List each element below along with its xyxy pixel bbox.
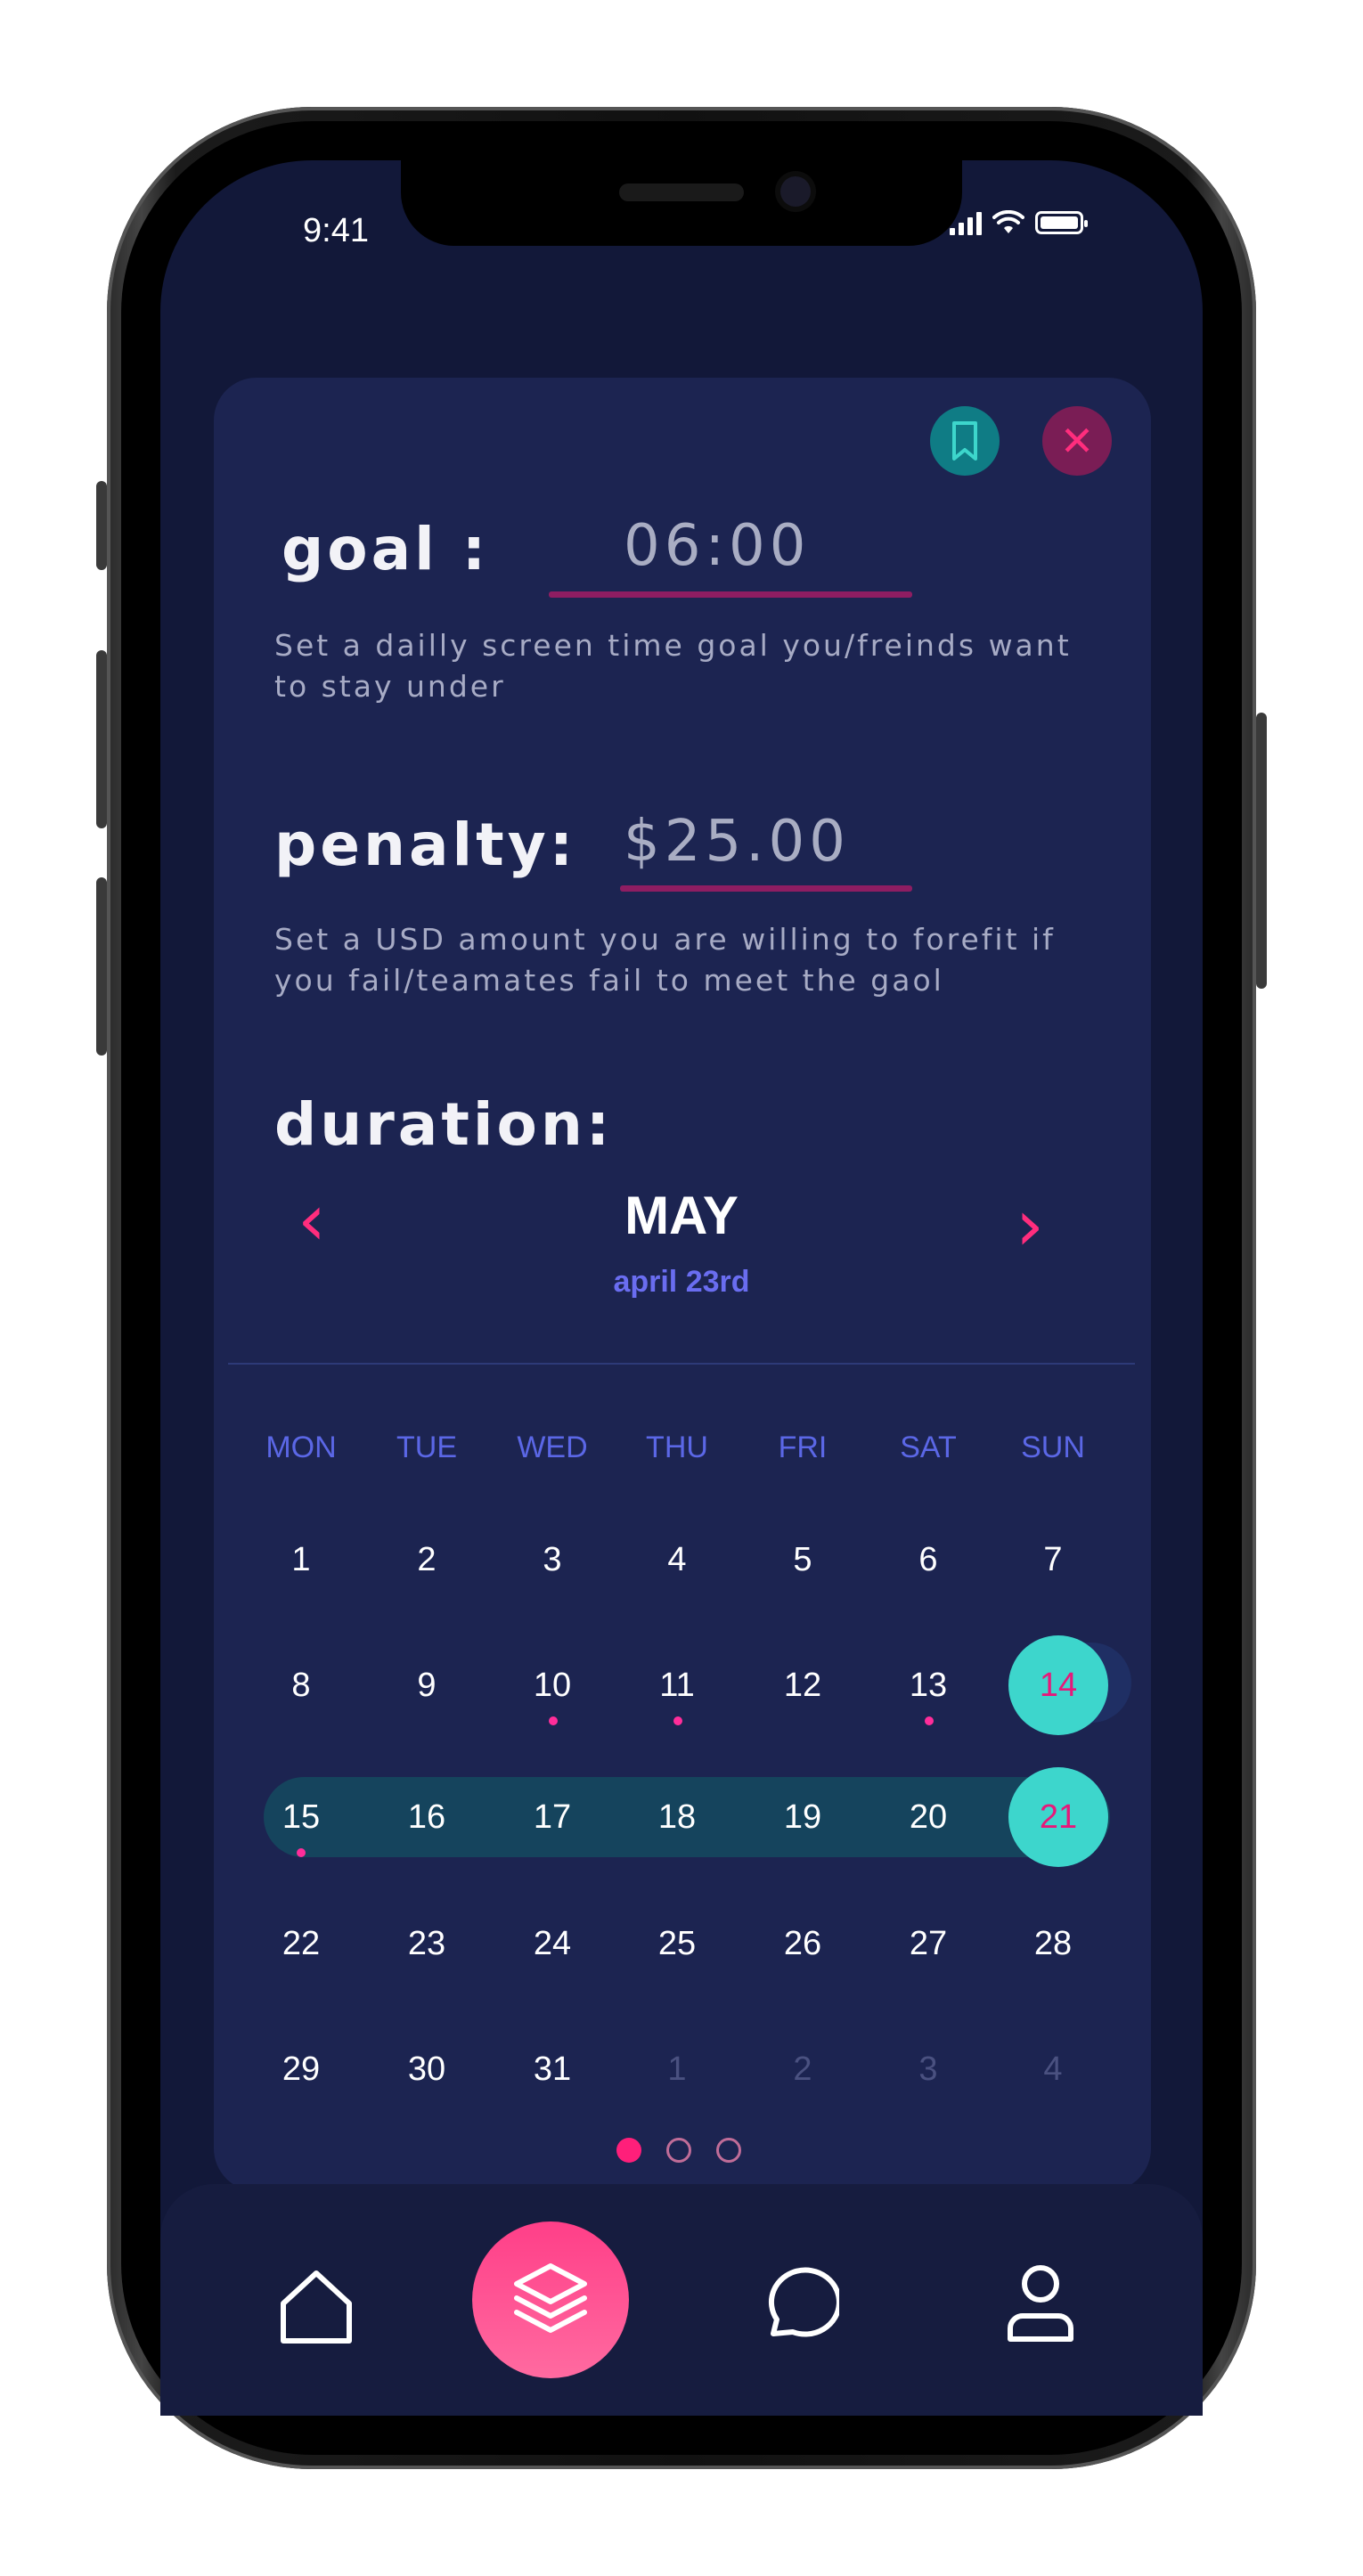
penalty-label: penalty:	[274, 811, 577, 879]
calendar-day[interactable]: 17	[508, 1798, 597, 1837]
page-dot[interactable]	[716, 2138, 741, 2163]
event-dot	[297, 1848, 306, 1857]
tab-layers-button[interactable]	[472, 2221, 629, 2378]
calendar-day[interactable]: 9	[382, 1667, 471, 1705]
user-icon[interactable]	[1000, 2259, 1081, 2348]
calendar-day[interactable]: 11	[633, 1667, 722, 1705]
calendar-divider	[228, 1363, 1135, 1365]
calendar-day[interactable]: 4	[633, 1541, 722, 1579]
power-button	[1256, 713, 1267, 989]
speaker	[619, 183, 744, 201]
calendar-day[interactable]: 26	[758, 1925, 847, 1963]
close-button[interactable]: ✕	[1042, 406, 1112, 476]
calendar-day[interactable]: 12	[758, 1667, 847, 1705]
calendar-day-selected[interactable]: 21	[1008, 1798, 1108, 1837]
weekday-fri: FRI	[778, 1431, 828, 1464]
layers-icon	[514, 2263, 587, 2333]
calendar-day[interactable]: 10	[508, 1667, 597, 1705]
calendar-day[interactable]: 15	[257, 1798, 346, 1837]
calendar-day[interactable]: 27	[884, 1925, 973, 1963]
page-indicator	[616, 2138, 741, 2163]
goal-time-input[interactable]: 06:00	[624, 513, 810, 579]
calendar-day[interactable]: 8	[257, 1667, 346, 1705]
signal-icon	[950, 210, 982, 235]
calendar-day[interactable]: 5	[758, 1541, 847, 1579]
weekday-wed: WED	[517, 1431, 588, 1464]
prev-month-button[interactable]: ‹	[298, 1185, 326, 1256]
calendar-day-next-month[interactable]: 2	[758, 2050, 847, 2089]
calendar-day[interactable]: 28	[1008, 1925, 1098, 1963]
calendar-day-next-month[interactable]: 4	[1008, 2050, 1098, 2089]
calendar-day[interactable]: 29	[257, 2050, 346, 2089]
calendar-day[interactable]: 22	[257, 1925, 346, 1963]
event-dot	[925, 1716, 934, 1725]
status-time: 9:41	[303, 212, 369, 249]
event-dot	[549, 1716, 558, 1725]
chat-bubble-icon[interactable]	[754, 2262, 839, 2348]
calendar-subdate: april 23rd	[613, 1265, 750, 1299]
weekday-thu: THU	[646, 1431, 708, 1464]
weekday-mon: MON	[265, 1431, 337, 1464]
notch	[401, 160, 962, 246]
calendar-day[interactable]: 20	[884, 1798, 973, 1837]
calendar-day[interactable]: 13	[884, 1667, 973, 1705]
duration-label: duration:	[274, 1090, 614, 1159]
goal-label: goal :	[282, 515, 490, 583]
bookmark-icon	[952, 421, 977, 461]
calendar-day[interactable]: 16	[382, 1798, 471, 1837]
next-month-button[interactable]: ›	[1016, 1190, 1044, 1261]
volume-down-button	[96, 877, 107, 1056]
penalty-amount-input[interactable]: $25.00	[624, 809, 850, 875]
calendar-day[interactable]: 2	[382, 1541, 471, 1579]
calendar-month: MAY	[624, 1186, 739, 1245]
page-dot[interactable]	[666, 2138, 691, 2163]
goal-description: Set a dailly screen time goal you/freind…	[274, 628, 1072, 704]
wifi-icon	[992, 210, 1024, 233]
penalty-description: Set a USD amount you are willing to fore…	[274, 922, 1056, 998]
calendar-day[interactable]: 6	[884, 1541, 973, 1579]
weekday-sun: SUN	[1021, 1431, 1085, 1464]
calendar-day[interactable]: 31	[508, 2050, 597, 2089]
bookmark-button[interactable]	[930, 406, 1000, 476]
calendar-day[interactable]: 24	[508, 1925, 597, 1963]
calendar-day[interactable]: 1	[257, 1541, 346, 1579]
calendar-day[interactable]: 19	[758, 1798, 847, 1837]
goal-input-underline	[549, 591, 912, 598]
calendar-day-next-month[interactable]: 3	[884, 2050, 973, 2089]
mute-switch	[96, 481, 107, 570]
status-icons	[950, 210, 1088, 235]
penalty-input-underline	[620, 885, 912, 892]
calendar-day[interactable]: 7	[1008, 1541, 1098, 1579]
calendar-day-next-month[interactable]: 1	[633, 2050, 722, 2089]
calendar-day-selected[interactable]: 14	[1008, 1667, 1108, 1705]
calendar-day[interactable]: 25	[633, 1925, 722, 1963]
page-dot-active[interactable]	[616, 2138, 641, 2163]
home-icon[interactable]	[276, 2266, 356, 2346]
weekday-tue: TUE	[396, 1431, 457, 1464]
event-dot	[673, 1716, 682, 1725]
calendar-day[interactable]: 18	[633, 1798, 722, 1837]
calendar-day[interactable]: 3	[508, 1541, 597, 1579]
calendar-day[interactable]: 30	[382, 2050, 471, 2089]
battery-icon	[1035, 211, 1088, 234]
calendar-day[interactable]: 23	[382, 1925, 471, 1963]
volume-up-button	[96, 650, 107, 828]
weekday-sat: SAT	[900, 1431, 957, 1464]
close-icon: ✕	[1059, 417, 1095, 465]
front-camera	[780, 176, 811, 207]
